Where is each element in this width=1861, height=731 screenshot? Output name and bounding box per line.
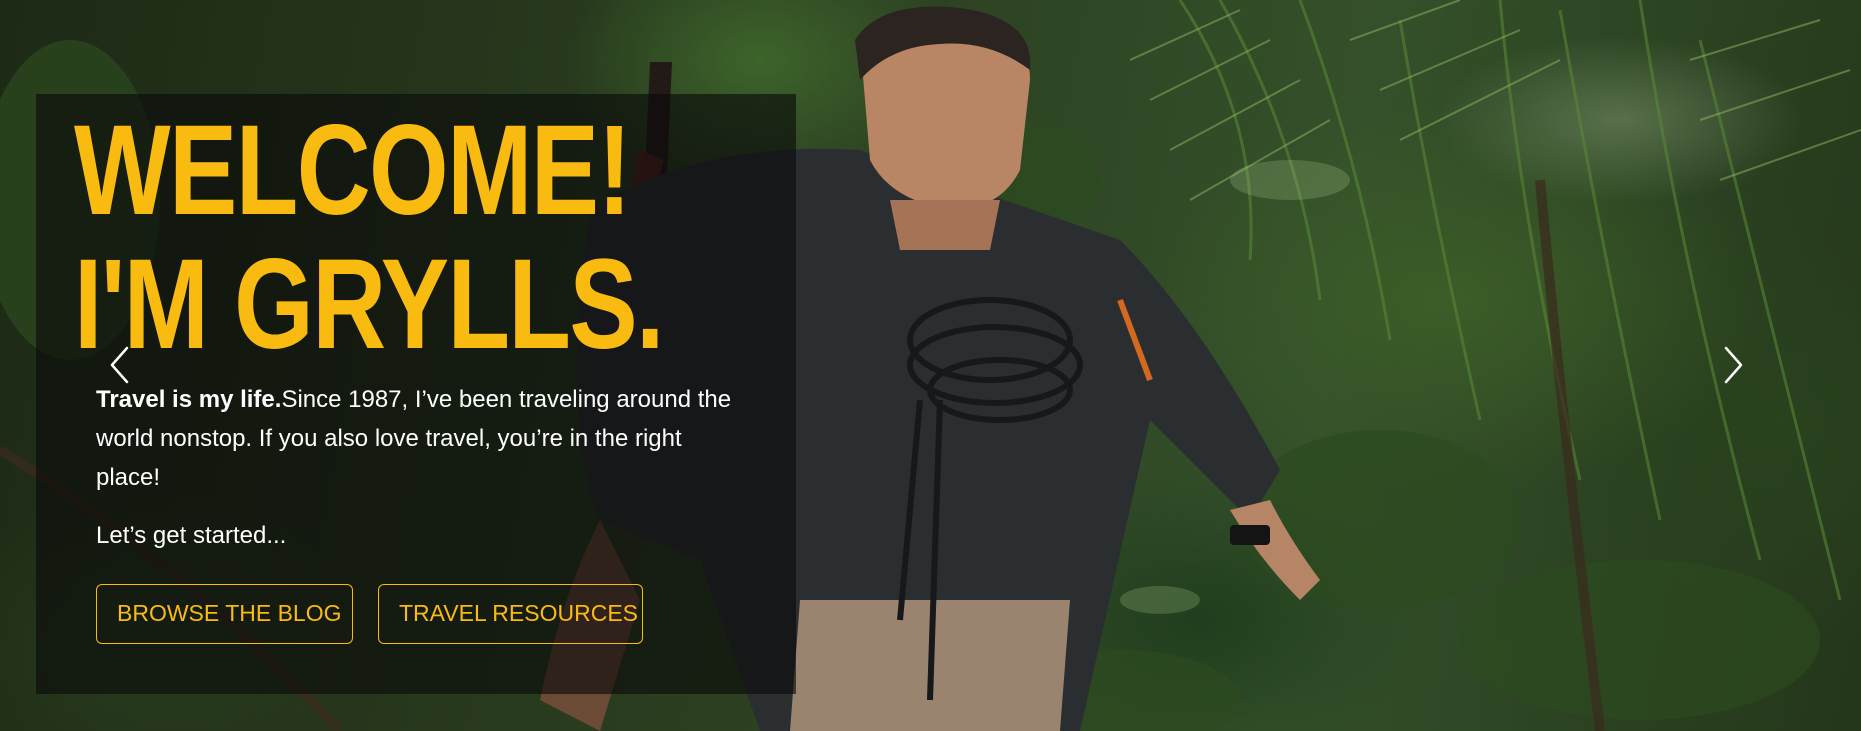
travel-resources-button[interactable]: TRAVEL RESOURCES (378, 584, 643, 644)
chevron-right-icon (1724, 346, 1743, 384)
carousel-next-button[interactable] (1713, 340, 1753, 390)
hero-cta-text: Let’s get started... (96, 522, 287, 549)
carousel-prev-button[interactable] (100, 340, 140, 390)
hero-headline: WELCOME! I'M GRYLLS. (74, 99, 665, 376)
hero-slider: WELCOME! I'M GRYLLS. Travel is my life.S… (0, 0, 1861, 731)
headline-line-2: I'M GRYLLS. (74, 233, 665, 376)
hero-intro: Travel is my life.Since 1987, I’ve been … (96, 380, 746, 497)
browse-blog-button[interactable]: BROWSE THE BLOG (96, 584, 353, 644)
intro-bold-text: Travel is my life. (96, 386, 282, 413)
chevron-left-icon (110, 346, 129, 384)
headline-line-1: WELCOME! (74, 99, 632, 242)
